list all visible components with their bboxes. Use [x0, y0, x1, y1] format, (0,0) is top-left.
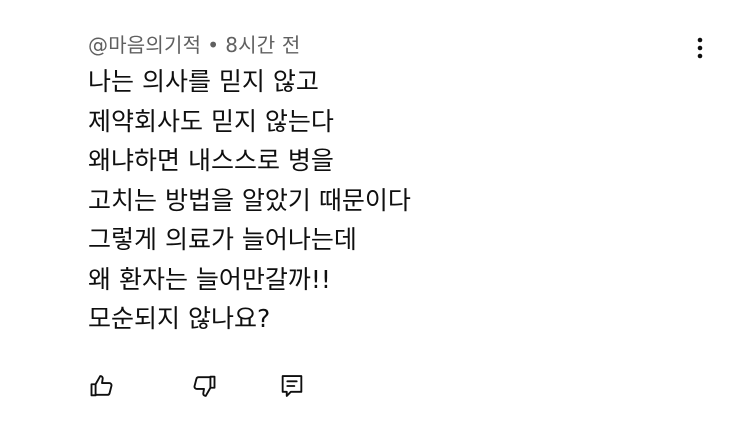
comment-line: 고치는 방법을 알았기 때문이다: [88, 185, 411, 215]
comment-line: 왜 환자는 늘어만갈까!!: [88, 264, 331, 294]
like-button[interactable]: [84, 368, 120, 404]
dislike-button[interactable]: [186, 368, 222, 404]
thumbs-down-icon: [193, 375, 216, 397]
comment-text: 나는 의사를 믿지 않고 제약회사도 믿지 않는다 왜냐하면 내스스로 병을 고…: [88, 62, 411, 339]
comment-timestamp[interactable]: 8시간 전: [225, 33, 300, 57]
comment-line: 제약회사도 믿지 않는다: [88, 106, 334, 136]
more-vert-icon: [697, 37, 703, 59]
comment-line: 그렇게 의료가 늘어나는데: [88, 225, 357, 254]
reply-button[interactable]: [274, 368, 310, 404]
more-options-button[interactable]: [686, 32, 714, 64]
comment-header: @마음의기적 • 8시간 전: [88, 29, 301, 58]
meta-separator: •: [207, 33, 220, 57]
thumbs-up-icon: [90, 375, 113, 397]
comment-line: 나는 의사를 믿지 않고: [88, 67, 319, 96]
comment-card: @마음의기적 • 8시간 전 나는 의사를 믿지 않고 제약회사도 믿지 않는다 왜…: [0, 0, 743, 427]
comment-line: 왜냐하면 내스스로 병을: [88, 146, 334, 175]
comment-line: 모순되지 않나요?: [88, 304, 271, 333]
reply-comment-icon: [281, 375, 303, 397]
comment-author[interactable]: @마음의기적: [88, 33, 201, 57]
